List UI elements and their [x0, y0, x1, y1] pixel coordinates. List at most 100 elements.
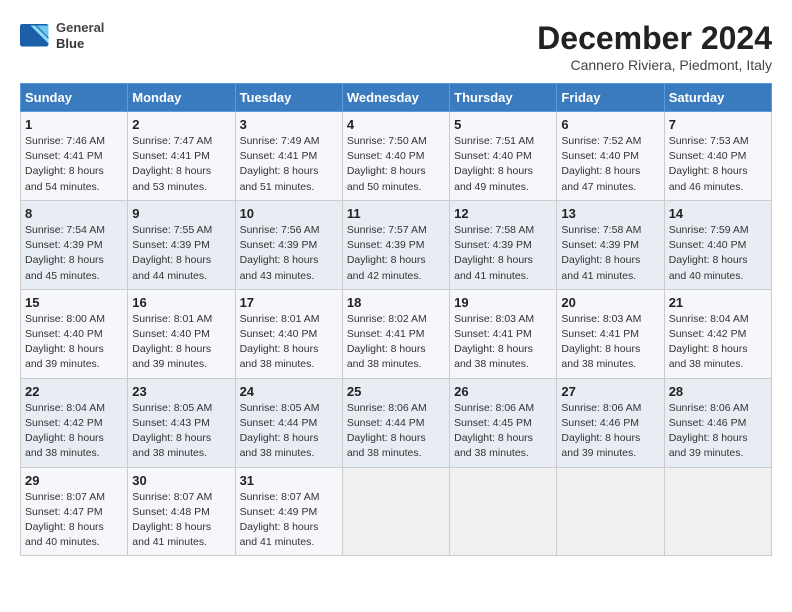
day-number: 30 — [132, 473, 230, 488]
calendar-cell: 21Sunrise: 8:04 AMSunset: 4:42 PMDayligh… — [664, 289, 771, 378]
day-info: Sunrise: 7:58 AMSunset: 4:39 PMDaylight:… — [561, 223, 659, 284]
weekday-header-cell: Wednesday — [342, 84, 449, 112]
calendar-body: 1 Sunrise: 7:46 AMSunset: 4:41 PMDaylight… — [21, 112, 772, 556]
day-info: Sunrise: 7:50 AMSunset: 4:40 PMDaylight:… — [347, 134, 445, 195]
day-number: 25 — [347, 384, 445, 399]
calendar-cell: 23 Sunrise: 8:05 AMSunset: 4:43 PMDayligh… — [128, 378, 235, 467]
day-number: 23 — [132, 384, 230, 399]
calendar-cell: 19 Sunrise: 8:03 AMSunset: 4:41 PMDayligh… — [450, 289, 557, 378]
day-info: Sunrise: 8:07 AMSunset: 4:49 PMDaylight:… — [240, 490, 338, 551]
day-info: Sunrise: 8:02 AMSunset: 4:41 PMDaylight:… — [347, 312, 445, 373]
calendar-week-row: 15Sunrise: 8:00 AMSunset: 4:40 PMDayligh… — [21, 289, 772, 378]
day-number: 29 — [25, 473, 123, 488]
calendar-cell: 16 Sunrise: 8:01 AMSunset: 4:40 PMDayligh… — [128, 289, 235, 378]
calendar-cell — [450, 467, 557, 556]
calendar-cell: 3 Sunrise: 7:49 AMSunset: 4:41 PMDaylight… — [235, 112, 342, 201]
header: General Blue December 2024 Cannero Rivie… — [20, 20, 772, 73]
day-number: 1 — [25, 117, 123, 132]
day-number: 19 — [454, 295, 552, 310]
day-number: 16 — [132, 295, 230, 310]
day-info: Sunrise: 7:56 AMSunset: 4:39 PMDaylight:… — [240, 223, 338, 284]
day-info: Sunrise: 7:52 AMSunset: 4:40 PMDaylight:… — [561, 134, 659, 195]
day-info: Sunrise: 8:00 AMSunset: 4:40 PMDaylight:… — [25, 312, 123, 373]
day-info: Sunrise: 7:58 AMSunset: 4:39 PMDaylight:… — [454, 223, 552, 284]
weekday-header-cell: Monday — [128, 84, 235, 112]
calendar-cell: 14 Sunrise: 7:59 AMSunset: 4:40 PMDayligh… — [664, 200, 771, 289]
weekday-header-cell: Friday — [557, 84, 664, 112]
calendar-cell: 26Sunrise: 8:06 AMSunset: 4:45 PMDayligh… — [450, 378, 557, 467]
day-info: Sunrise: 8:01 AMSunset: 4:40 PMDaylight:… — [240, 312, 338, 373]
logo: General Blue — [20, 20, 104, 51]
day-number: 26 — [454, 384, 552, 399]
calendar-cell: 25Sunrise: 8:06 AMSunset: 4:44 PMDayligh… — [342, 378, 449, 467]
calendar-cell: 12 Sunrise: 7:58 AMSunset: 4:39 PMDayligh… — [450, 200, 557, 289]
day-info: Sunrise: 8:05 AMSunset: 4:43 PMDaylight:… — [132, 401, 230, 462]
day-number: 28 — [669, 384, 767, 399]
day-info: Sunrise: 8:05 AMSunset: 4:44 PMDaylight:… — [240, 401, 338, 462]
day-info: Sunrise: 8:01 AMSunset: 4:40 PMDaylight:… — [132, 312, 230, 373]
weekday-header-cell: Saturday — [664, 84, 771, 112]
day-number: 4 — [347, 117, 445, 132]
location-title: Cannero Riviera, Piedmont, Italy — [537, 57, 772, 73]
calendar-cell: 15Sunrise: 8:00 AMSunset: 4:40 PMDayligh… — [21, 289, 128, 378]
calendar-cell: 20 Sunrise: 8:03 AMSunset: 4:41 PMDayligh… — [557, 289, 664, 378]
day-info: Sunrise: 7:46 AMSunset: 4:41 PMDaylight:… — [25, 134, 123, 195]
logo-line2: Blue — [56, 36, 104, 52]
day-info: Sunrise: 8:03 AMSunset: 4:41 PMDaylight:… — [454, 312, 552, 373]
day-number: 12 — [454, 206, 552, 221]
calendar-cell: 18 Sunrise: 8:02 AMSunset: 4:41 PMDayligh… — [342, 289, 449, 378]
day-info: Sunrise: 8:07 AMSunset: 4:48 PMDaylight:… — [132, 490, 230, 551]
logo-text: General Blue — [56, 20, 104, 51]
calendar-cell: 9 Sunrise: 7:55 AMSunset: 4:39 PMDaylight… — [128, 200, 235, 289]
day-number: 13 — [561, 206, 659, 221]
calendar-cell: 11Sunrise: 7:57 AMSunset: 4:39 PMDayligh… — [342, 200, 449, 289]
day-number: 10 — [240, 206, 338, 221]
day-number: 17 — [240, 295, 338, 310]
day-number: 20 — [561, 295, 659, 310]
calendar-cell: 24 Sunrise: 8:05 AMSunset: 4:44 PMDayligh… — [235, 378, 342, 467]
logo-icon — [20, 24, 50, 48]
day-number: 22 — [25, 384, 123, 399]
calendar-week-row: 22 Sunrise: 8:04 AMSunset: 4:42 PMDayligh… — [21, 378, 772, 467]
calendar-cell: 22 Sunrise: 8:04 AMSunset: 4:42 PMDayligh… — [21, 378, 128, 467]
calendar-cell: 7Sunrise: 7:53 AMSunset: 4:40 PMDaylight… — [664, 112, 771, 201]
calendar-cell: 13 Sunrise: 7:58 AMSunset: 4:39 PMDayligh… — [557, 200, 664, 289]
day-info: Sunrise: 8:07 AMSunset: 4:47 PMDaylight:… — [25, 490, 123, 551]
day-number: 24 — [240, 384, 338, 399]
weekday-header-cell: Sunday — [21, 84, 128, 112]
day-info: Sunrise: 7:55 AMSunset: 4:39 PMDaylight:… — [132, 223, 230, 284]
calendar-cell: 27 Sunrise: 8:06 AMSunset: 4:46 PMDayligh… — [557, 378, 664, 467]
day-info: Sunrise: 7:59 AMSunset: 4:40 PMDaylight:… — [669, 223, 767, 284]
day-info: Sunrise: 7:57 AMSunset: 4:39 PMDaylight:… — [347, 223, 445, 284]
day-number: 18 — [347, 295, 445, 310]
day-info: Sunrise: 8:06 AMSunset: 4:46 PMDaylight:… — [669, 401, 767, 462]
calendar-week-row: 8Sunrise: 7:54 AMSunset: 4:39 PMDaylight… — [21, 200, 772, 289]
calendar-cell: 4 Sunrise: 7:50 AMSunset: 4:40 PMDaylight… — [342, 112, 449, 201]
logo-line1: General — [56, 20, 104, 36]
weekday-header-cell: Thursday — [450, 84, 557, 112]
calendar-cell: 8Sunrise: 7:54 AMSunset: 4:39 PMDaylight… — [21, 200, 128, 289]
calendar-cell: 30 Sunrise: 8:07 AMSunset: 4:48 PMDayligh… — [128, 467, 235, 556]
month-title: December 2024 — [537, 20, 772, 57]
day-number: 31 — [240, 473, 338, 488]
day-info: Sunrise: 7:49 AMSunset: 4:41 PMDaylight:… — [240, 134, 338, 195]
day-number: 21 — [669, 295, 767, 310]
day-info: Sunrise: 7:51 AMSunset: 4:40 PMDaylight:… — [454, 134, 552, 195]
calendar-cell: 17 Sunrise: 8:01 AMSunset: 4:40 PMDayligh… — [235, 289, 342, 378]
calendar-table: SundayMondayTuesdayWednesdayThursdayFrid… — [20, 83, 772, 556]
day-number: 3 — [240, 117, 338, 132]
day-number: 8 — [25, 206, 123, 221]
calendar-week-row: 1 Sunrise: 7:46 AMSunset: 4:41 PMDaylight… — [21, 112, 772, 201]
calendar-cell: 6Sunrise: 7:52 AMSunset: 4:40 PMDaylight… — [557, 112, 664, 201]
day-info: Sunrise: 7:53 AMSunset: 4:40 PMDaylight:… — [669, 134, 767, 195]
day-number: 27 — [561, 384, 659, 399]
day-number: 5 — [454, 117, 552, 132]
day-number: 9 — [132, 206, 230, 221]
day-info: Sunrise: 8:04 AMSunset: 4:42 PMDaylight:… — [25, 401, 123, 462]
calendar-cell: 2Sunrise: 7:47 AMSunset: 4:41 PMDaylight… — [128, 112, 235, 201]
weekday-header-row: SundayMondayTuesdayWednesdayThursdayFrid… — [21, 84, 772, 112]
day-number: 14 — [669, 206, 767, 221]
day-info: Sunrise: 8:06 AMSunset: 4:46 PMDaylight:… — [561, 401, 659, 462]
day-info: Sunrise: 8:03 AMSunset: 4:41 PMDaylight:… — [561, 312, 659, 373]
calendar-cell: 28 Sunrise: 8:06 AMSunset: 4:46 PMDayligh… — [664, 378, 771, 467]
